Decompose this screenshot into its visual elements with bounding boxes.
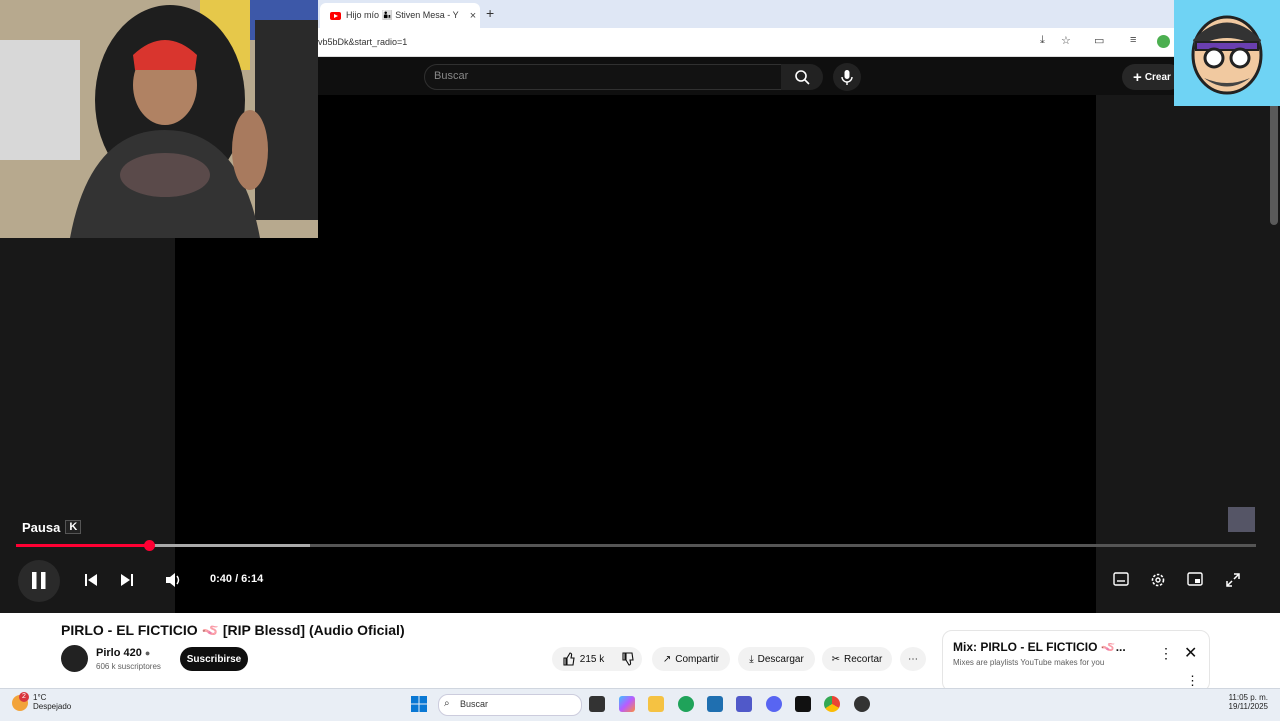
skip-previous-icon	[85, 574, 97, 586]
tiktok-icon[interactable]	[795, 696, 811, 712]
search-button[interactable]	[781, 64, 823, 90]
discord-icon[interactable]	[766, 696, 782, 712]
like-count: 215 k	[579, 653, 605, 665]
download-label: Descargar	[757, 653, 804, 665]
thumbs-down-icon	[622, 652, 634, 666]
mix-subtitle: Mixes are playlists YouTube makes for yo…	[953, 658, 1105, 667]
thumbs-up-icon	[563, 652, 575, 666]
mix-more-icon[interactable]: ⋮	[1186, 673, 1199, 689]
pause-icon	[32, 572, 46, 589]
more-actions-button[interactable]: ⋯	[900, 647, 926, 671]
task-view-icon[interactable]	[589, 696, 605, 712]
streamer-logo	[1174, 0, 1280, 106]
tab-title: Hijo mío 👨‍👦 Stiven Mesa - Y	[346, 10, 459, 20]
plus-icon: +	[1133, 68, 1142, 86]
create-label: Crear	[1144, 71, 1171, 83]
weather-desc: Despejado	[33, 702, 72, 711]
mix-title[interactable]: Mix: PIRLO - EL FICTICIO 🪱...	[953, 640, 1126, 654]
pause-tooltip: Pausa K	[16, 516, 87, 538]
search-placeholder: Buscar	[434, 70, 469, 82]
search-input[interactable]	[424, 64, 782, 90]
next-button[interactable]	[119, 572, 135, 591]
copilot-icon[interactable]	[619, 696, 635, 712]
cartoon-avatar-icon	[1174, 0, 1280, 106]
scissors-icon: ✂	[831, 653, 841, 665]
youtube-favicon-icon	[330, 11, 341, 20]
player-right-margin	[1096, 95, 1280, 613]
clip-button[interactable]: ✂ Recortar	[822, 647, 892, 671]
file-explorer-icon[interactable]	[648, 696, 664, 712]
miniplayer-icon	[1187, 572, 1203, 586]
store-icon[interactable]	[707, 696, 723, 712]
clip-label: Recortar	[844, 653, 883, 665]
scrollbar[interactable]	[1270, 95, 1278, 225]
channel-name-text: Pirlo 420	[96, 647, 142, 659]
share-button[interactable]: ↗ Compartir	[652, 647, 730, 671]
taskbar-search-label: Buscar	[460, 699, 489, 709]
channel-name[interactable]: Pirlo 420 ●	[96, 647, 150, 659]
subscribe-button[interactable]: Suscribirse	[180, 647, 248, 671]
weather-badge: 2	[19, 692, 29, 702]
channel-avatar[interactable]	[61, 645, 88, 672]
browser-tab[interactable]: Hijo mío 👨‍👦 Stiven Mesa - Y ×	[320, 3, 480, 28]
address-bar[interactable]	[318, 28, 1174, 57]
tab-close-icon[interactable]: ×	[466, 10, 480, 22]
subscriber-count: 606 k suscriptores	[96, 662, 161, 671]
subtitles-button[interactable]	[1113, 572, 1129, 589]
new-tab-button[interactable]: +	[486, 5, 494, 21]
split-view-icon[interactable]: ▭	[1094, 34, 1104, 47]
settings-button[interactable]	[1150, 572, 1166, 591]
dislike-button[interactable]	[614, 647, 642, 671]
volume-icon	[166, 573, 180, 587]
microphone-icon	[841, 70, 853, 85]
chrome-icon[interactable]	[824, 696, 840, 712]
windows-start-icon[interactable]	[411, 696, 427, 717]
webcam-overlay	[0, 0, 318, 238]
tooltip-key: K	[65, 520, 82, 534]
fullscreen-icon	[1226, 573, 1240, 587]
download-icon: ⤓	[749, 653, 754, 665]
clock-date: 19/11/2025	[1228, 702, 1268, 711]
share-icon: ↗	[662, 653, 672, 665]
create-button[interactable]: + Crear	[1122, 64, 1182, 90]
verified-icon: ●	[144, 648, 151, 658]
tooltip-text: Pausa	[22, 519, 61, 535]
volume-button[interactable]	[165, 572, 183, 591]
like-button[interactable]: 215 k	[552, 647, 614, 671]
teams-icon[interactable]	[736, 696, 752, 712]
streamer-image	[0, 0, 318, 238]
windows-taskbar	[0, 688, 1280, 721]
install-app-icon[interactable]: ⤓	[1040, 34, 1045, 47]
edge-icon[interactable]	[678, 696, 694, 712]
time-display: 0:40 / 6:14	[210, 573, 264, 585]
clock-time: 11:05 p. m.	[1228, 693, 1268, 702]
extension-icon[interactable]	[1157, 35, 1170, 48]
miniplayer-button[interactable]	[1187, 572, 1203, 589]
taskbar-search-icon: ⌕	[444, 698, 450, 709]
subscribe-label: Suscribirse	[186, 653, 242, 665]
channel-watermark[interactable]	[1228, 507, 1255, 532]
subtitles-icon	[1113, 572, 1129, 586]
skip-next-icon	[121, 574, 133, 586]
weather-temp: 1°C	[33, 693, 47, 702]
url-text[interactable]: vb5bDk&start_radio=1	[318, 37, 407, 47]
fullscreen-button[interactable]	[1225, 572, 1241, 591]
system-clock[interactable]: 11:05 p. m. 19/11/2025	[1215, 693, 1268, 711]
weather-widget[interactable]: 1°C Despejado	[33, 693, 71, 711]
mix-menu-icon[interactable]: ⋮	[1159, 645, 1173, 662]
mix-close-icon[interactable]: ✕	[1184, 643, 1197, 663]
video-title: PIRLO - EL FICTICIO 🪱 [RIP Blessd] (Audi…	[61, 622, 405, 638]
share-label: Compartir	[675, 653, 720, 665]
pause-button[interactable]	[18, 560, 60, 602]
bookmark-star-icon[interactable]: ☆	[1061, 34, 1071, 47]
voice-search-button[interactable]	[833, 63, 861, 91]
progress-played	[16, 544, 150, 547]
previous-button[interactable]	[83, 572, 99, 591]
reading-list-icon[interactable]: ≡	[1130, 34, 1136, 46]
gear-icon	[1151, 573, 1165, 587]
more-horizontal-icon: ⋯	[908, 653, 918, 665]
download-button[interactable]: ⤓ Descargar	[738, 647, 815, 671]
search-icon	[795, 70, 810, 85]
obs-icon[interactable]	[854, 696, 870, 712]
